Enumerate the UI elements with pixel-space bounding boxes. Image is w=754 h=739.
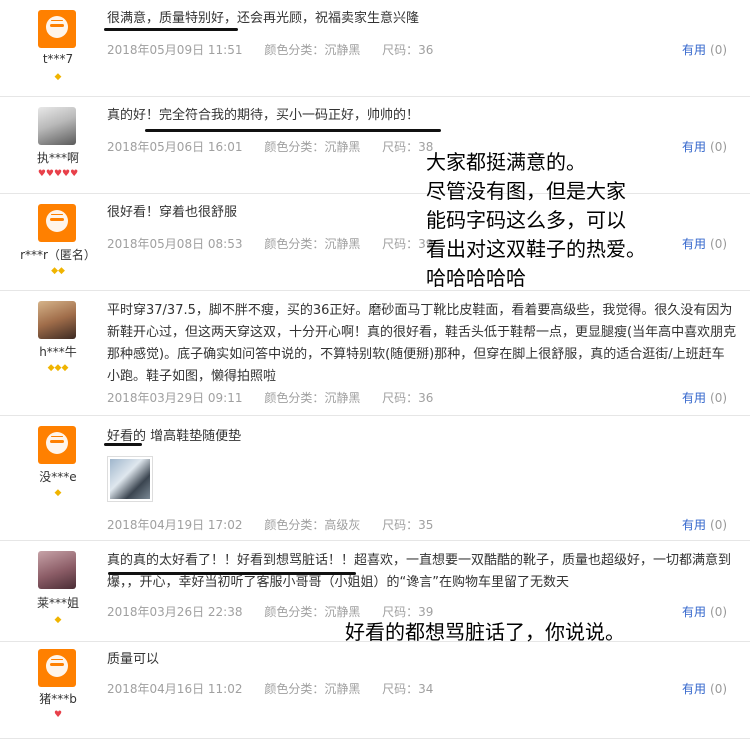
user-level-badge: ◆◆◆ [47,363,69,373]
review-date: 2018年04月16日 11:02 [107,682,243,696]
review-date: 2018年05月08日 08:53 [107,237,243,251]
useful-count: (0) [710,140,728,154]
review-meta: 2018年05月08日 08:53 颜色分类：沉静黑 尺码：39 [107,235,451,252]
useful-label[interactable]: 有用 [682,682,706,696]
username: t***7 [42,52,74,66]
user-level-badge: ◆◆ [51,266,65,276]
size-option: 尺码：39 [382,605,434,619]
review-date: 2018年03月26日 22:38 [107,605,243,619]
color-option: 颜色分类：沉静黑 [264,391,361,405]
user-level-badge: ◆ [54,615,62,625]
review-item: t***7 ◆ 很满意，质量特别好，还会再光顾，祝福卖家生意兴隆 2018年05… [0,0,750,97]
handdrawn-underline [108,572,356,575]
useful-count: (0) [710,43,728,57]
annotation-text: 好看的都想骂脏话了，你说说。 [345,620,625,644]
review-meta: 2018年05月09日 11:51 颜色分类：沉静黑 尺码：36 [107,41,451,58]
useful-count: (0) [710,237,728,251]
annotation-text: 看出对这双鞋子的热爱。 [426,237,646,261]
useful-label[interactable]: 有用 [682,237,706,251]
shoe-photo [110,459,150,499]
review-text: 好看的 增高鞋垫随便垫 [107,429,242,444]
review-meta: 2018年03月29日 09:11 颜色分类：沉静黑 尺码：36 [107,389,451,406]
size-option: 尺码：34 [382,682,434,696]
color-option: 颜色分类：沉静黑 [264,237,361,251]
review-text: 真的好！完全符合我的期待，买小一码正好，帅帅的！ [107,108,420,123]
review-meta: 2018年04月19日 17:02 颜色分类：高级灰 尺码：35 [107,516,451,533]
user-avatar[interactable] [38,107,76,145]
user-avatar[interactable] [38,649,76,687]
username: 猪***b [39,692,77,706]
color-option: 颜色分类：沉静黑 [264,140,361,154]
user-avatar[interactable] [38,426,76,464]
user-avatar[interactable] [38,551,76,589]
annotation-text: 大家都挺满意的。 [426,150,586,174]
annotation-text: 哈哈哈哈哈 [426,266,526,290]
user-avatar[interactable] [38,301,76,339]
color-option: 颜色分类：沉静黑 [264,43,361,57]
useful-label[interactable]: 有用 [682,518,706,532]
user-level-badge: ♥♥♥♥♥ [37,169,79,179]
useful-count: (0) [710,391,728,405]
handdrawn-underline [145,129,441,132]
color-option: 颜色分类：沉静黑 [264,682,361,696]
useful-label[interactable]: 有用 [682,140,706,154]
username: 莱***姐 [36,596,79,610]
useful-button[interactable]: 有用 (0) [682,41,727,58]
review-item: 执***啊 ♥♥♥♥♥ 真的好！完全符合我的期待，买小一码正好，帅帅的！ 201… [0,97,750,194]
useful-label[interactable]: 有用 [682,605,706,619]
color-option: 颜色分类：高级灰 [264,518,361,532]
username: 执***啊 [36,151,79,165]
review-text: 很满意，质量特别好，还会再光顾，祝福卖家生意兴隆 [107,11,420,26]
annotation-text: 能码字码这么多，可以 [426,208,626,232]
useful-button[interactable]: 有用 (0) [682,516,727,533]
review-item: 没***e ◆ 好看的 增高鞋垫随便垫 2018年04月19日 17:02 颜色… [0,416,750,541]
annotation-text: 尽管没有图，但是大家 [426,179,626,203]
useful-count: (0) [710,518,728,532]
review-meta: 2018年05月06日 16:01 颜色分类：沉静黑 尺码：38 [107,138,451,155]
review-item: h***牛 ◆◆◆ 平时穿37/37.5，脚不胖不瘦，买的36正好。磨砂面马丁靴… [0,291,750,416]
size-option: 尺码：36 [382,391,434,405]
useful-button[interactable]: 有用 (0) [682,603,727,620]
user-level-badge: ◆ [54,72,62,82]
user-level-badge: ♥ [53,710,63,720]
review-text: 很好看！穿着也很舒服 [107,205,238,220]
user-avatar[interactable] [38,10,76,48]
review-date: 2018年03月29日 09:11 [107,391,243,405]
username: r***r（匿名） [20,248,96,262]
handdrawn-underline [104,443,142,446]
useful-button[interactable]: 有用 (0) [682,235,727,252]
review-text: 平时穿37/37.5，脚不胖不瘦，买的36正好。磨砂面马丁靴比皮鞋面，看着要高级… [107,303,737,384]
review-text: 质量可以 [107,652,160,667]
review-date: 2018年05月06日 16:01 [107,140,243,154]
size-option: 尺码：36 [382,43,434,57]
review-date: 2018年04月19日 17:02 [107,518,243,532]
size-option: 尺码：35 [382,518,434,532]
useful-button[interactable]: 有用 (0) [682,389,727,406]
useful-label[interactable]: 有用 [682,391,706,405]
color-option: 颜色分类：沉静黑 [264,605,361,619]
username: h***牛 [39,345,77,359]
handdrawn-underline [104,28,238,31]
review-date: 2018年05月09日 11:51 [107,43,243,57]
review-item: 猪***b ♥ 质量可以 2018年04月16日 11:02 颜色分类：沉静黑 … [0,642,750,739]
user-level-badge: ◆ [54,488,62,498]
useful-label[interactable]: 有用 [682,43,706,57]
useful-button[interactable]: 有用 (0) [682,680,727,697]
username: 没***e [39,470,77,484]
review-meta: 2018年04月16日 11:02 颜色分类：沉静黑 尺码：34 [107,680,451,697]
useful-button[interactable]: 有用 (0) [682,138,727,155]
review-photo-thumbnail[interactable] [107,456,153,502]
user-avatar[interactable] [38,204,76,242]
useful-count: (0) [710,682,728,696]
useful-count: (0) [710,605,728,619]
